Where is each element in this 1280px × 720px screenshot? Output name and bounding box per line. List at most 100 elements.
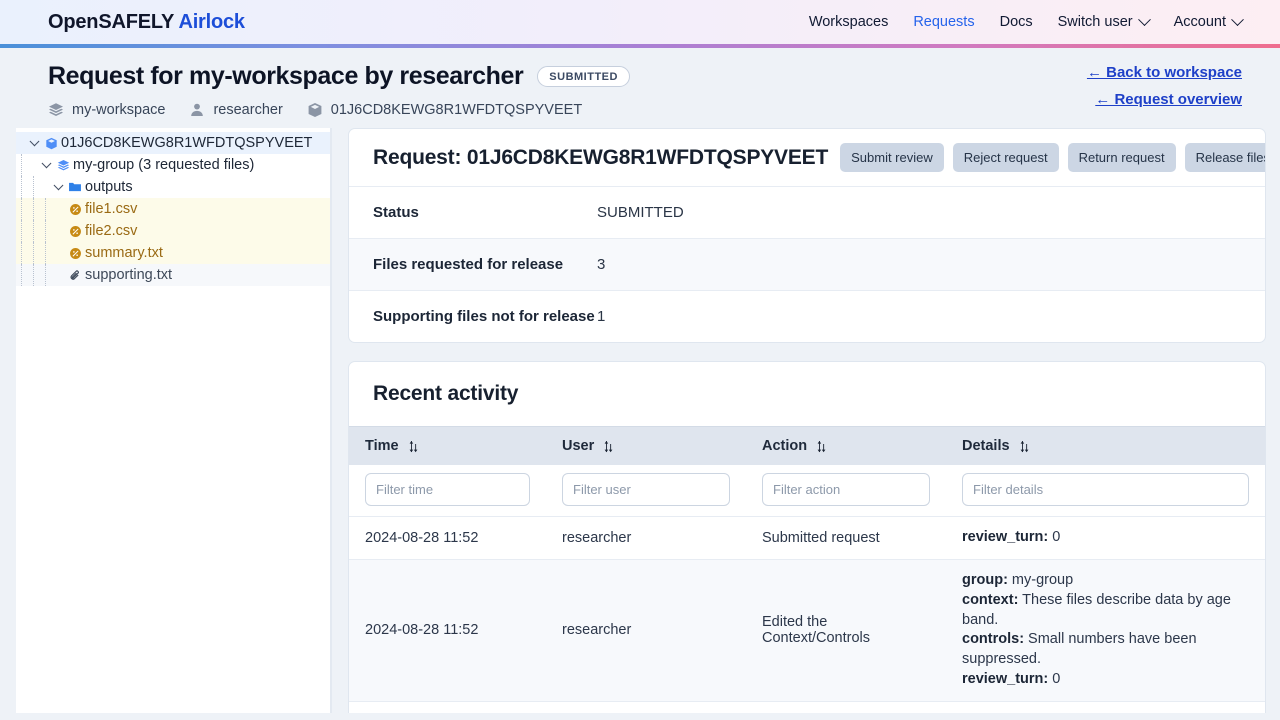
nav-workspaces[interactable]: Workspaces [809, 14, 889, 30]
submit-review-button[interactable]: Submit review [840, 143, 944, 172]
return-request-button[interactable]: Return request [1068, 143, 1176, 172]
tree-node-label: file2.csv [85, 223, 137, 239]
package-icon [307, 102, 323, 118]
tree-node-request-root[interactable]: 01J6CD8KEWG8R1WFDTQSPYVEET [16, 132, 330, 154]
column-header-user[interactable]: User [546, 427, 746, 466]
filter-action-input[interactable] [762, 473, 930, 506]
summary-row-supporting-files: Supporting files not for release 1 [349, 290, 1265, 342]
detail-key: group: [962, 572, 1008, 588]
release-files-button[interactable]: Release files [1185, 143, 1266, 172]
request-summary-card: Request: 01J6CD8KEWG8R1WFDTQSPYVEET Subm… [348, 128, 1266, 343]
recent-activity-card: Recent activity Time User [348, 361, 1266, 713]
tree-indent [28, 264, 40, 286]
detail-value: my-group [1008, 572, 1073, 588]
request-overview-link[interactable]: ← Request overview [1095, 91, 1242, 108]
tree-node-label: supporting.txt [85, 267, 172, 283]
cell-time [349, 702, 546, 713]
detail-key: review_turn: [962, 671, 1048, 687]
filter-cell-details [946, 465, 1265, 517]
column-header-time[interactable]: Time [349, 427, 546, 466]
filter-time-input[interactable] [365, 473, 530, 506]
brand-accent: Airlock [178, 11, 244, 33]
column-header-action[interactable]: Action [746, 427, 946, 466]
header-links: ← Back to workspace ← Request overview [1087, 64, 1242, 108]
tree-indent [40, 220, 52, 242]
column-header-details[interactable]: Details [946, 427, 1265, 466]
folder-icon [65, 180, 85, 194]
tree-node-my-group[interactable]: my-group (3 requested files) [16, 154, 330, 176]
tree-indent [16, 242, 28, 264]
chevron-down-icon[interactable] [40, 162, 53, 169]
sort-icon[interactable] [1019, 440, 1030, 453]
meta-row: my-workspace researcher 01J6CD8KEWG8R1WF… [48, 102, 1242, 118]
tree-indent [16, 220, 28, 242]
cell-time: 2024-08-28 11:52 [349, 517, 546, 560]
cell-details: group: my-group context: These files des… [946, 559, 1265, 701]
filter-cell-user [546, 465, 746, 517]
file-review-icon [65, 247, 85, 260]
activity-table-body: 2024-08-28 11:52 researcher Submitted re… [349, 465, 1265, 713]
detail-line: group: my-group [962, 571, 1249, 591]
filter-user-input[interactable] [562, 473, 730, 506]
content-split: 01J6CD8KEWG8R1WFDTQSPYVEET my-group (3 r… [0, 128, 1280, 713]
file-review-icon [65, 203, 85, 216]
file-review-icon [65, 225, 85, 238]
reject-request-button[interactable]: Reject request [953, 143, 1059, 172]
request-card-header: Request: 01J6CD8KEWG8R1WFDTQSPYVEET Subm… [349, 129, 1265, 186]
tree-node-label: my-group (3 requested files) [73, 157, 254, 173]
file-tree-sidebar: 01J6CD8KEWG8R1WFDTQSPYVEET my-group (3 r… [16, 128, 332, 713]
chevron-down-icon [1138, 13, 1151, 26]
sort-icon[interactable] [408, 440, 419, 453]
tree-indent [16, 264, 28, 286]
brand-main: OpenSAFELY [48, 11, 174, 33]
summary-key: Supporting files not for release [373, 308, 597, 325]
tree-indent [40, 242, 52, 264]
tree-node-file1[interactable]: file1.csv [16, 198, 330, 220]
detail-key: controls: [962, 631, 1024, 647]
tree-node-label: outputs [85, 179, 133, 195]
column-header-action-label: Action [762, 438, 807, 454]
tree-node-outputs[interactable]: outputs [16, 176, 330, 198]
sort-icon[interactable] [603, 440, 614, 453]
tree-node-label: file1.csv [85, 201, 137, 217]
column-header-time-label: Time [365, 438, 399, 454]
table-row: 2024-08-28 11:52 researcher Submitted re… [349, 517, 1265, 560]
nav-docs[interactable]: Docs [1000, 14, 1033, 30]
detail-line: context: These files describe data by ag… [962, 591, 1249, 631]
tree-node-label: 01J6CD8KEWG8R1WFDTQSPYVEET [61, 135, 312, 151]
nav-requests[interactable]: Requests [913, 14, 974, 30]
chevron-down-icon[interactable] [52, 184, 65, 191]
nav-switch-user[interactable]: Switch user [1058, 14, 1149, 30]
cell-details: review_turn: 0 [946, 517, 1265, 560]
summary-row-files-requested: Files requested for release 3 [349, 238, 1265, 290]
tree-node-supporting[interactable]: supporting.txt [16, 264, 330, 286]
paperclip-icon [65, 269, 85, 282]
tree-node-label: summary.txt [85, 245, 163, 261]
tree-node-file2[interactable]: file2.csv [16, 220, 330, 242]
recent-activity-title: Recent activity [349, 362, 1265, 426]
tree-node-summary[interactable]: summary.txt [16, 242, 330, 264]
summary-value: 1 [597, 308, 605, 325]
meta-user-label: researcher [213, 102, 282, 118]
page-header: Request for my-workspace by researcher S… [0, 48, 1280, 128]
summary-key: Status [373, 204, 597, 221]
tree-indent [40, 264, 52, 286]
activity-table-head: Time User Action [349, 427, 1265, 466]
table-row: group: my-group [349, 702, 1265, 713]
filter-cell-action [746, 465, 946, 517]
chevron-down-icon [1231, 13, 1244, 26]
sort-icon[interactable] [816, 440, 827, 453]
cell-details: group: my-group [946, 702, 1265, 713]
chevron-down-icon[interactable] [28, 140, 41, 147]
column-header-user-label: User [562, 438, 594, 454]
activity-filter-row [349, 465, 1265, 517]
summary-value: 3 [597, 256, 605, 273]
package-icon [41, 137, 61, 150]
back-to-workspace-link[interactable]: ← Back to workspace [1087, 64, 1242, 81]
main-nav: Workspaces Requests Docs Switch user Acc… [809, 14, 1242, 30]
nav-account[interactable]: Account [1174, 14, 1242, 30]
summary-key: Files requested for release [373, 256, 597, 273]
summary-value: SUBMITTED [597, 204, 684, 221]
detail-value: 0 [1048, 671, 1060, 687]
filter-details-input[interactable] [962, 473, 1249, 506]
